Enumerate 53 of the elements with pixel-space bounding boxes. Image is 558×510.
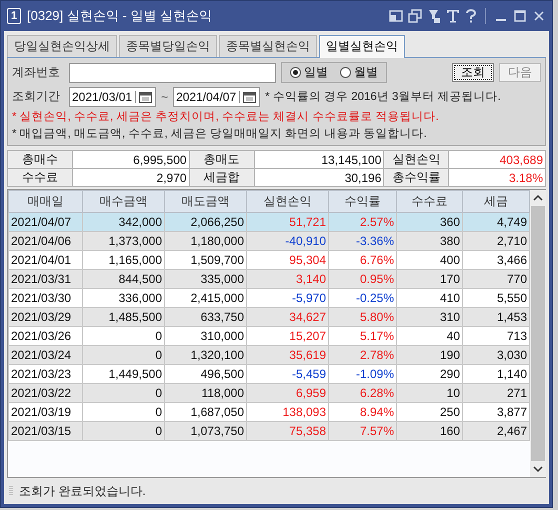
range-separator: ~ <box>161 90 168 104</box>
table-cell: 75,358 <box>246 422 328 440</box>
column-header[interactable]: 매매일 <box>8 190 82 212</box>
summary-label: 실현손익 <box>384 150 449 168</box>
end-date-field[interactable]: 2021/04/07 <box>173 86 260 106</box>
column-header[interactable]: 실현손익 <box>246 190 328 212</box>
start-date-field[interactable]: 2021/03/01 <box>69 86 156 106</box>
summary-value: 30,196 <box>254 168 384 186</box>
period-radio[interactable]: 월별 <box>340 64 378 81</box>
table-cell: 0 <box>82 422 164 440</box>
summary-label: 총매수 <box>8 150 72 168</box>
table-cell: 2021/03/15 <box>8 422 82 440</box>
summary-value: 2,970 <box>72 168 190 186</box>
tab[interactable]: 종목별실현손익 <box>219 35 317 57</box>
summary-value: 13,145,100 <box>254 150 384 168</box>
summary-label: 수수료 <box>8 168 72 186</box>
note-text: * 수익률의 경우 2016년 3월부터 제공됩니다. <box>265 90 501 104</box>
scroll-thumb[interactable] <box>531 206 545 461</box>
tab[interactable]: 종목별당일손익 <box>119 35 217 57</box>
scrollbar[interactable] <box>530 190 546 477</box>
summary-value: 3.18% <box>448 168 546 186</box>
status-text: 조회가 완료되었습니다. <box>19 482 146 500</box>
account-label: 계좌번호 <box>12 64 61 81</box>
summary-value: 403,689 <box>448 150 546 168</box>
period-label: 조회기간 <box>12 88 61 105</box>
window-number: 1 <box>7 8 21 24</box>
column-header[interactable]: 매도금액 <box>164 190 246 212</box>
table-cell: 1,073,750 <box>164 422 246 440</box>
search-button[interactable]: 조회 <box>452 63 494 82</box>
period-radio[interactable]: 일별 <box>290 64 328 81</box>
column-header[interactable]: 수익률 <box>328 190 396 212</box>
summary-label: 세금합 <box>189 168 254 186</box>
windows-icon[interactable] <box>408 9 422 23</box>
summary-label: 총매도 <box>189 150 254 168</box>
table-cell: 160 <box>396 422 462 440</box>
tab[interactable]: 당일실현손익상세 <box>7 35 117 57</box>
layout-icon[interactable] <box>389 9 403 23</box>
column-header[interactable]: 세금 <box>462 190 530 212</box>
font-icon[interactable] <box>446 9 460 23</box>
summary-label: 총수익률 <box>384 168 449 186</box>
column-header[interactable]: 매수금액 <box>82 190 164 212</box>
notice-text: * 실현손익, 수수료, 세금은 추정치이며, 수수료는 체결시 수수료률로 적용됩니다. <box>12 110 440 125</box>
help-icon[interactable] <box>465 9 477 23</box>
tab[interactable]: 일별실현손익 <box>319 35 405 58</box>
notice-text: * 매입금액, 매도금액, 수수료, 세금은 당일매매일지 화면의 내용과 동일합니다. <box>12 127 428 142</box>
window-title: [0329] 실현손익 - 일별 실현손익 <box>27 7 212 25</box>
summary-value: 6,995,500 <box>72 150 190 168</box>
column-header[interactable]: 수수료 <box>396 190 462 212</box>
account-field[interactable] <box>69 62 276 82</box>
maximize-icon[interactable] <box>513 9 527 23</box>
close-icon[interactable] <box>532 9 546 23</box>
table-cell: 7.57% <box>328 422 396 440</box>
grip-icon <box>9 485 13 497</box>
